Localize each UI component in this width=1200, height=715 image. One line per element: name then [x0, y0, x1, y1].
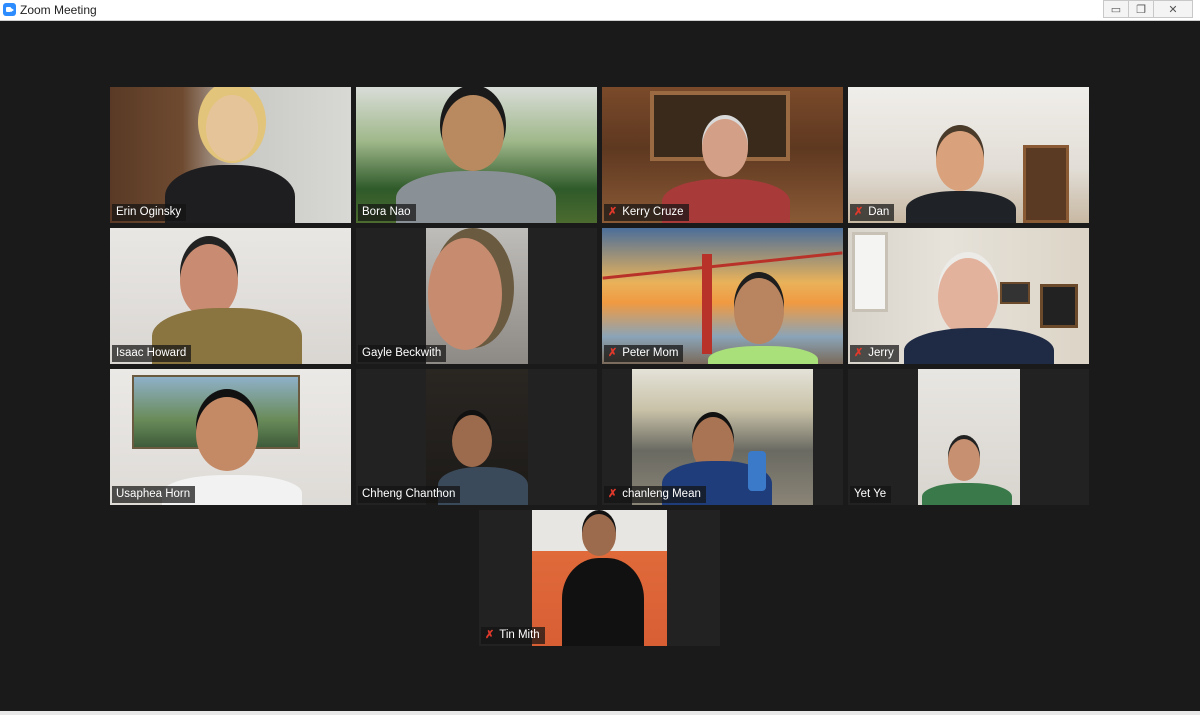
video-tile[interactable]: ✗ chanleng Mean	[602, 369, 843, 505]
video-tile[interactable]: Chheng Chanthon	[356, 369, 597, 505]
window-title: Zoom Meeting	[20, 3, 97, 17]
muted-mic-icon: ✗	[608, 206, 618, 218]
video-tile[interactable]: Isaac Howard	[110, 228, 351, 364]
participant-video	[848, 228, 1089, 364]
video-tile[interactable]: Bora Nao	[356, 87, 597, 223]
video-tile[interactable]: Gayle Beckwith	[356, 228, 597, 364]
participant-name: ✗ Peter Mom	[604, 345, 684, 362]
participant-video	[426, 369, 528, 505]
muted-mic-icon: ✗	[608, 347, 618, 359]
muted-mic-icon: ✗	[485, 629, 495, 641]
participant-name: Isaac Howard	[112, 345, 192, 362]
participant-name: Chheng Chanthon	[358, 486, 461, 503]
participant-name: Bora Nao	[358, 204, 416, 221]
close-button[interactable]: ✕	[1153, 0, 1193, 18]
participant-name: ✗ chanleng Mean	[604, 486, 706, 503]
muted-mic-icon: ✗	[854, 347, 864, 359]
participant-name: ✗ Kerry Cruze	[604, 204, 689, 221]
participant-name: Yet Ye	[850, 486, 892, 503]
participant-video	[110, 228, 351, 364]
title-bar: Zoom Meeting ▭ ❐ ✕	[0, 0, 1200, 21]
participant-name: Gayle Beckwith	[358, 345, 447, 362]
video-tile[interactable]: ✗ Kerry Cruze	[602, 87, 843, 223]
restore-button[interactable]: ❐	[1128, 0, 1154, 18]
video-tile[interactable]: ✗ Dan	[848, 87, 1089, 223]
participant-video	[602, 228, 843, 364]
participant-video	[918, 369, 1020, 505]
participant-video	[110, 87, 351, 223]
participant-name: Usaphea Horn	[112, 486, 196, 503]
gallery-view: Erin Oginsky Bora Nao ✗ Kerry Cruze ✗ Dan …	[0, 21, 1200, 715]
participant-video	[602, 87, 843, 223]
video-tile[interactable]: ✗ Jerry	[848, 228, 1089, 364]
participant-video	[848, 87, 1089, 223]
participant-video	[426, 228, 528, 364]
participant-video	[356, 87, 597, 223]
video-tile[interactable]: Yet Ye	[848, 369, 1089, 505]
video-tile[interactable]: ✗ Peter Mom	[602, 228, 843, 364]
muted-mic-icon: ✗	[854, 206, 864, 218]
minimize-button[interactable]: ▭	[1103, 0, 1129, 18]
muted-mic-icon: ✗	[608, 488, 618, 500]
participant-video	[110, 369, 351, 505]
participant-name: Erin Oginsky	[112, 204, 187, 221]
participant-video	[632, 369, 813, 505]
participant-name: ✗ Tin Mith	[481, 627, 545, 644]
participant-name: ✗ Dan	[850, 204, 895, 221]
video-tile[interactable]: ✗ Tin Mith	[479, 510, 720, 646]
participant-name: ✗ Jerry	[850, 345, 899, 362]
zoom-app-icon	[3, 3, 16, 16]
video-tile[interactable]: Erin Oginsky	[110, 87, 351, 223]
participant-video	[532, 510, 667, 646]
window-bottom-border	[0, 711, 1200, 715]
video-tile[interactable]: Usaphea Horn	[110, 369, 351, 505]
